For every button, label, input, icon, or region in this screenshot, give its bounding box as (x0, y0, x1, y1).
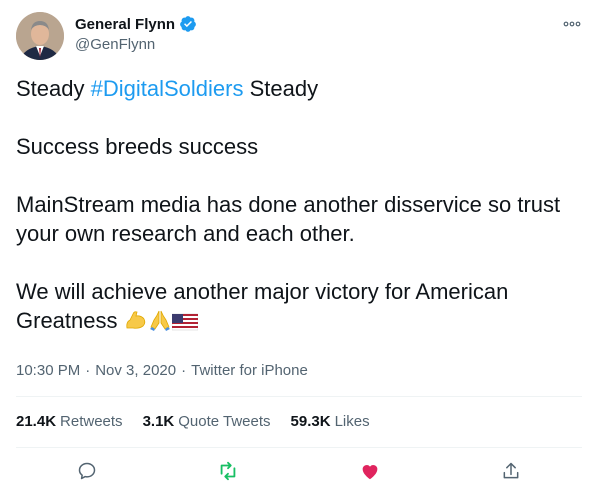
tweet-line-1: Steady #DigitalSoldiers Steady (16, 74, 576, 103)
verified-badge-icon (179, 15, 197, 33)
retweets-label: Retweets (60, 413, 123, 430)
tweet-date[interactable]: Nov 3, 2020 (95, 362, 176, 379)
folded-hands-icon (148, 308, 172, 339)
tweet-text: Steady #DigitalSoldiers Steady Success b… (16, 74, 576, 339)
tweet-metadata: 10:30 PM · Nov 3, 2020 · Twitter for iPh… (16, 362, 308, 379)
tweet-line-3b: your own research and each other. (16, 221, 355, 246)
retweets-stat[interactable]: 21.4K Retweets (16, 413, 123, 430)
action-bar (0, 452, 598, 492)
quote-tweets-stat[interactable]: 3.1K Quote Tweets (143, 413, 271, 430)
hashtag-link[interactable]: #DigitalSoldiers (91, 76, 244, 101)
tweet-source[interactable]: Twitter for iPhone (191, 362, 308, 379)
quote-tweets-count: 3.1K (142, 413, 175, 430)
tweet-text-segment: Steady (16, 76, 91, 101)
tweet-line-3a: MainStream media has done another disser… (16, 192, 561, 217)
divider (16, 447, 582, 448)
reply-icon[interactable] (74, 458, 100, 484)
share-icon[interactable] (498, 458, 524, 484)
avatar[interactable] (16, 12, 64, 60)
retweets-count: 21.4K (16, 413, 57, 430)
tweet-text-segment: Steady (243, 76, 319, 101)
likes-stat[interactable]: 59.3K Likes (291, 413, 370, 430)
handle[interactable]: @GenFlynn (75, 36, 155, 53)
tweet-line-4a: We will achieve another major victory fo… (16, 279, 509, 304)
tweet-line-2: Success breeds success (16, 134, 259, 159)
divider (16, 396, 582, 397)
quote-tweets-label: Quote Tweets (178, 413, 271, 430)
us-flag-icon (171, 310, 198, 339)
separator: · (85, 362, 91, 379)
flexed-biceps-icon (124, 308, 148, 339)
tweet-text-segment: Greatness (16, 308, 124, 333)
display-name[interactable]: General Flynn (75, 16, 175, 33)
more-options-icon[interactable] (562, 14, 582, 34)
likes-count: 59.3K (290, 413, 331, 430)
tweet-time[interactable]: 10:30 PM (16, 362, 80, 379)
separator: · (181, 362, 187, 379)
likes-label: Likes (334, 413, 370, 430)
engagement-stats: 21.4K Retweets 3.1K Quote Tweets 59.3K Like… (16, 413, 370, 430)
tweet-line-4b: Greatness (16, 306, 576, 339)
retweet-icon[interactable] (215, 458, 241, 484)
like-icon[interactable] (357, 458, 383, 484)
